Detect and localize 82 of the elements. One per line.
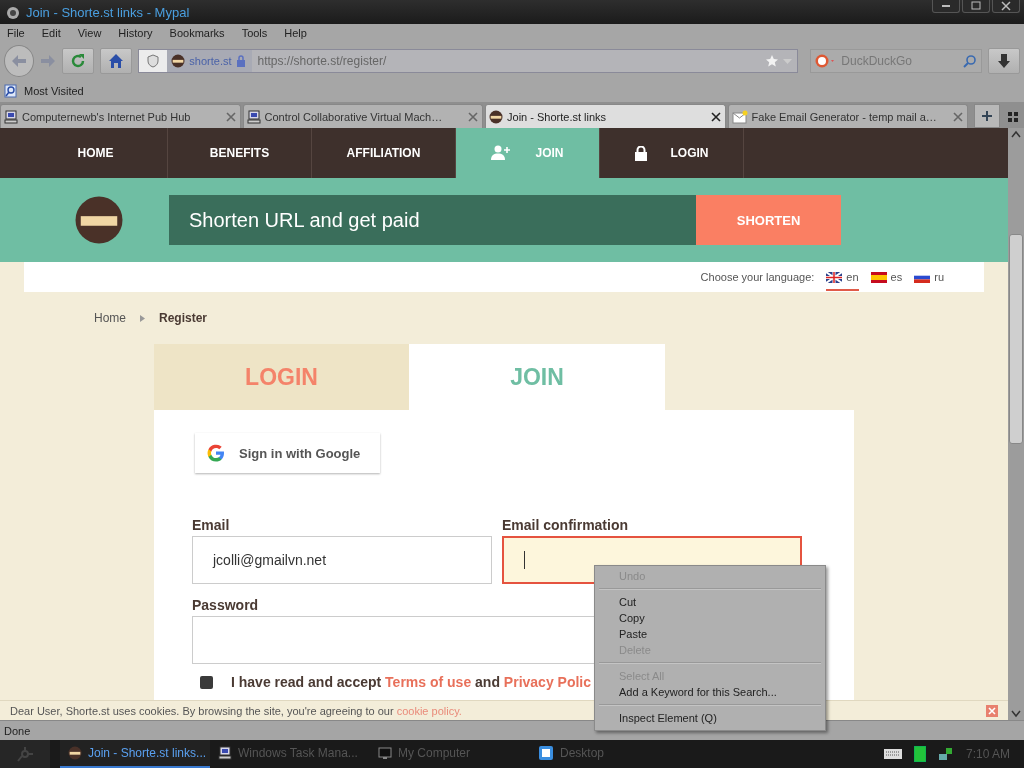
menu-item[interactable]: History (117, 27, 154, 39)
menu-item[interactable]: Edit (40, 27, 62, 39)
menu-item[interactable]: Cut (597, 594, 823, 610)
network-icon[interactable] (937, 746, 954, 762)
home-button[interactable] (100, 48, 133, 74)
menu-item[interactable]: Add a Keyword for this Search... (597, 684, 823, 700)
meter-icon[interactable] (913, 746, 926, 762)
envelope-icon (731, 109, 748, 124)
ninja-icon (171, 54, 186, 68)
flag-icon (870, 271, 887, 283)
google-sign-in-button[interactable]: Sign in with Google (195, 433, 380, 473)
bookmark-folder[interactable]: Most Visited (24, 85, 84, 97)
browser-tab[interactable]: Join - Shorte.st links (485, 104, 726, 128)
shield-icon (147, 54, 160, 68)
user-plus-icon (491, 145, 512, 161)
back-arrow-icon (11, 54, 28, 68)
language-label: Choose your language: (700, 271, 815, 283)
clock: 7:10 AM (965, 747, 1010, 761)
start-button[interactable] (0, 740, 50, 768)
window-title: Join - Shorte.st links - Mypal (26, 4, 190, 20)
terms-text: I have read and accept Terms of use and Privacy Polic (231, 674, 592, 690)
field-label: Email confirmation (502, 517, 629, 535)
start-icon (16, 745, 34, 763)
breadcrumb-item: Register (159, 311, 208, 325)
close-icon[interactable] (992, 0, 1020, 13)
close-icon[interactable] (710, 111, 721, 122)
computer-icon (4, 109, 18, 124)
input-field[interactable]: jcolli@gmailvn.net (192, 536, 492, 584)
new-tab-button[interactable] (974, 104, 1000, 128)
menu-item[interactable]: Tools (240, 27, 269, 39)
app-icon (6, 5, 20, 19)
taskbar-item[interactable]: Join - Shorte.st links... (60, 740, 210, 768)
star-icon[interactable] (765, 54, 780, 68)
menu-item[interactable]: Help (283, 27, 308, 39)
scroll-up-icon[interactable] (1011, 130, 1021, 138)
desktop-icon (538, 745, 554, 761)
breadcrumb-item[interactable]: Home (94, 311, 126, 325)
scrollbar-thumb[interactable] (1009, 234, 1023, 444)
menu-item[interactable]: File (6, 27, 26, 39)
reload-icon (70, 53, 87, 69)
menu-item[interactable]: Paste (597, 626, 823, 642)
computer-icon (218, 746, 232, 760)
browser-tab[interactable]: Fake Email Generator - temp mail a… (727, 104, 969, 128)
plus-icon (981, 110, 994, 122)
ninja-icon (68, 746, 82, 760)
scroll-down-icon[interactable] (1011, 710, 1021, 718)
field-label: Password (192, 597, 259, 615)
language-option[interactable]: en (826, 263, 859, 291)
menu-item[interactable]: Inspect Element (Q) (597, 710, 823, 726)
language-option[interactable]: ru (914, 263, 944, 291)
maximize-icon[interactable] (962, 0, 990, 13)
download-icon (996, 53, 1011, 69)
ninja-logo (75, 196, 123, 244)
lock-icon (235, 55, 246, 67)
menu-item[interactable]: Copy (597, 610, 823, 626)
flag-icon (826, 271, 843, 283)
back-button[interactable] (4, 45, 35, 77)
cookie-notice: Dear User, Shorte.st uses cookies. By browsing the site, you're agreeing to our cookie policy. (10, 704, 463, 717)
computer-icon (246, 109, 261, 124)
browser-tab[interactable]: Control Collaborative Virtual Mach… (242, 104, 484, 128)
search-icon (962, 54, 977, 68)
status-text: Done (4, 724, 31, 737)
ninja-icon (489, 109, 504, 124)
checkbox[interactable] (200, 675, 213, 689)
minimize-icon[interactable] (932, 0, 960, 13)
menu-item[interactable]: View (76, 27, 103, 39)
menu-item[interactable]: Bookmarks (168, 27, 226, 39)
chevron-icon (140, 314, 145, 322)
text-caret (524, 551, 525, 569)
browser-tab[interactable]: Computernewb's Internet Pub Hub (0, 104, 241, 128)
monitor-icon (378, 746, 392, 760)
field-label: Email (192, 517, 230, 535)
downloads-button[interactable] (987, 48, 1020, 74)
home-icon (108, 53, 125, 69)
url-input[interactable]: Shorten URL and get paid (169, 195, 696, 245)
reload-button[interactable] (62, 48, 95, 74)
language-option[interactable]: es (870, 263, 903, 291)
grid-icon[interactable] (1007, 112, 1018, 122)
search-page-icon (4, 84, 18, 98)
lock-icon (634, 145, 647, 161)
keyboard-icon[interactable] (883, 749, 902, 759)
google-icon (207, 444, 225, 462)
